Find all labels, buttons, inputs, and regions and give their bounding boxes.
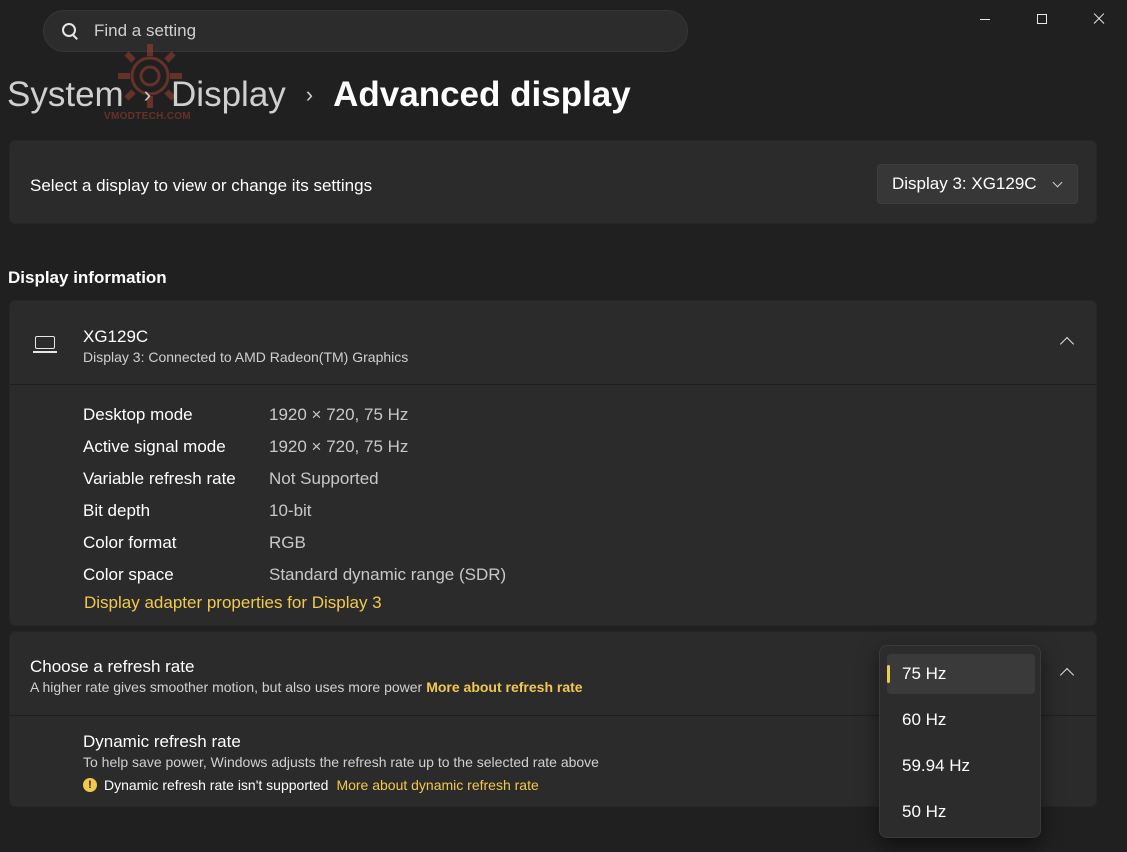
refresh-rate-description: A higher rate gives smoother motion, but… xyxy=(30,679,583,695)
close-icon xyxy=(1093,13,1105,25)
display-dropdown[interactable]: Display 3: XG129C xyxy=(877,164,1078,204)
info-row: Color space Standard dynamic range (SDR) xyxy=(83,559,506,591)
info-key: Variable refresh rate xyxy=(83,469,236,488)
display-connection: Display 3: Connected to AMD Radeon(TM) G… xyxy=(83,349,409,365)
chevron-right-icon: › xyxy=(305,82,314,107)
refresh-option-50[interactable]: 50 Hz xyxy=(887,792,1035,832)
info-key: Bit depth xyxy=(83,501,151,520)
info-row: Variable refresh rate Not Supported xyxy=(83,463,506,495)
info-key: Desktop mode xyxy=(83,405,193,424)
dynamic-refresh-subtitle: To help save power, Windows adjusts the … xyxy=(83,754,599,770)
display-info-heading: Display information xyxy=(8,268,167,287)
close-button[interactable] xyxy=(1070,0,1127,38)
info-value: 10-bit xyxy=(269,501,312,520)
display-info-header[interactable]: XG129C Display 3: Connected to AMD Radeo… xyxy=(10,301,1096,385)
refresh-rate-menu: 75 Hz 60 Hz 59.94 Hz 50 Hz xyxy=(879,645,1041,838)
maximize-button[interactable] xyxy=(1013,0,1070,38)
info-value: 1920 × 720, 75 Hz xyxy=(269,405,409,424)
info-value: Not Supported xyxy=(269,469,379,488)
chevron-down-icon xyxy=(1052,177,1063,187)
info-row: Active signal mode 1920 × 720, 75 Hz xyxy=(83,431,506,463)
display-adapter-properties-link[interactable]: Display adapter properties for Display 3 xyxy=(84,593,382,613)
search-icon xyxy=(62,23,78,39)
dynamic-refresh-warning: ! Dynamic refresh rate isn't supported M… xyxy=(83,777,539,793)
warning-icon: ! xyxy=(83,778,97,792)
refresh-option-60[interactable]: 60 Hz xyxy=(887,700,1035,740)
info-key: Color space xyxy=(83,565,174,584)
chevron-up-icon[interactable] xyxy=(1059,667,1075,683)
display-info-rows: Desktop mode 1920 × 720, 75 Hz Active si… xyxy=(83,399,506,591)
chevron-right-icon: › xyxy=(143,82,152,107)
chevron-up-icon[interactable] xyxy=(1059,336,1075,352)
more-about-dynamic-refresh-link[interactable]: More about dynamic refresh rate xyxy=(336,777,538,793)
display-dropdown-value: Display 3: XG129C xyxy=(892,174,1037,193)
search-input[interactable] xyxy=(94,21,634,41)
minimize-button[interactable] xyxy=(956,0,1013,38)
window-controls xyxy=(956,0,1127,38)
info-value: RGB xyxy=(269,533,306,552)
laptop-icon xyxy=(33,336,57,354)
dynamic-refresh-title: Dynamic refresh rate xyxy=(83,732,241,751)
maximize-icon xyxy=(1036,14,1047,24)
refresh-rate-subtitle: A higher rate gives smoother motion, but… xyxy=(30,679,423,695)
display-select-card: Select a display to view or change its s… xyxy=(9,140,1097,224)
info-row: Color format RGB xyxy=(83,527,506,559)
info-row: Bit depth 10-bit xyxy=(83,495,506,527)
breadcrumb: System › Display › Advanced display xyxy=(7,72,631,118)
info-value: Standard dynamic range (SDR) xyxy=(269,565,507,584)
display-select-label: Select a display to view or change its s… xyxy=(30,176,373,195)
info-key: Color format xyxy=(83,533,177,552)
more-about-refresh-rate-link[interactable]: More about refresh rate xyxy=(426,679,582,695)
breadcrumb-display[interactable]: Display xyxy=(171,75,286,115)
minimize-icon xyxy=(979,18,990,20)
display-name: XG129C xyxy=(83,327,149,346)
info-row: Desktop mode 1920 × 720, 75 Hz xyxy=(83,399,506,431)
info-value: 1920 × 720, 75 Hz xyxy=(269,437,409,456)
refresh-option-59-94[interactable]: 59.94 Hz xyxy=(887,746,1035,786)
breadcrumb-system[interactable]: System xyxy=(7,75,124,115)
refresh-rate-title: Choose a refresh rate xyxy=(30,657,195,676)
display-info-card: XG129C Display 3: Connected to AMD Radeo… xyxy=(9,300,1097,626)
page-title: Advanced display xyxy=(333,75,631,114)
info-key: Active signal mode xyxy=(83,437,226,456)
dynamic-refresh-warning-text: Dynamic refresh rate isn't supported xyxy=(104,777,329,793)
refresh-option-75[interactable]: 75 Hz xyxy=(887,654,1035,694)
